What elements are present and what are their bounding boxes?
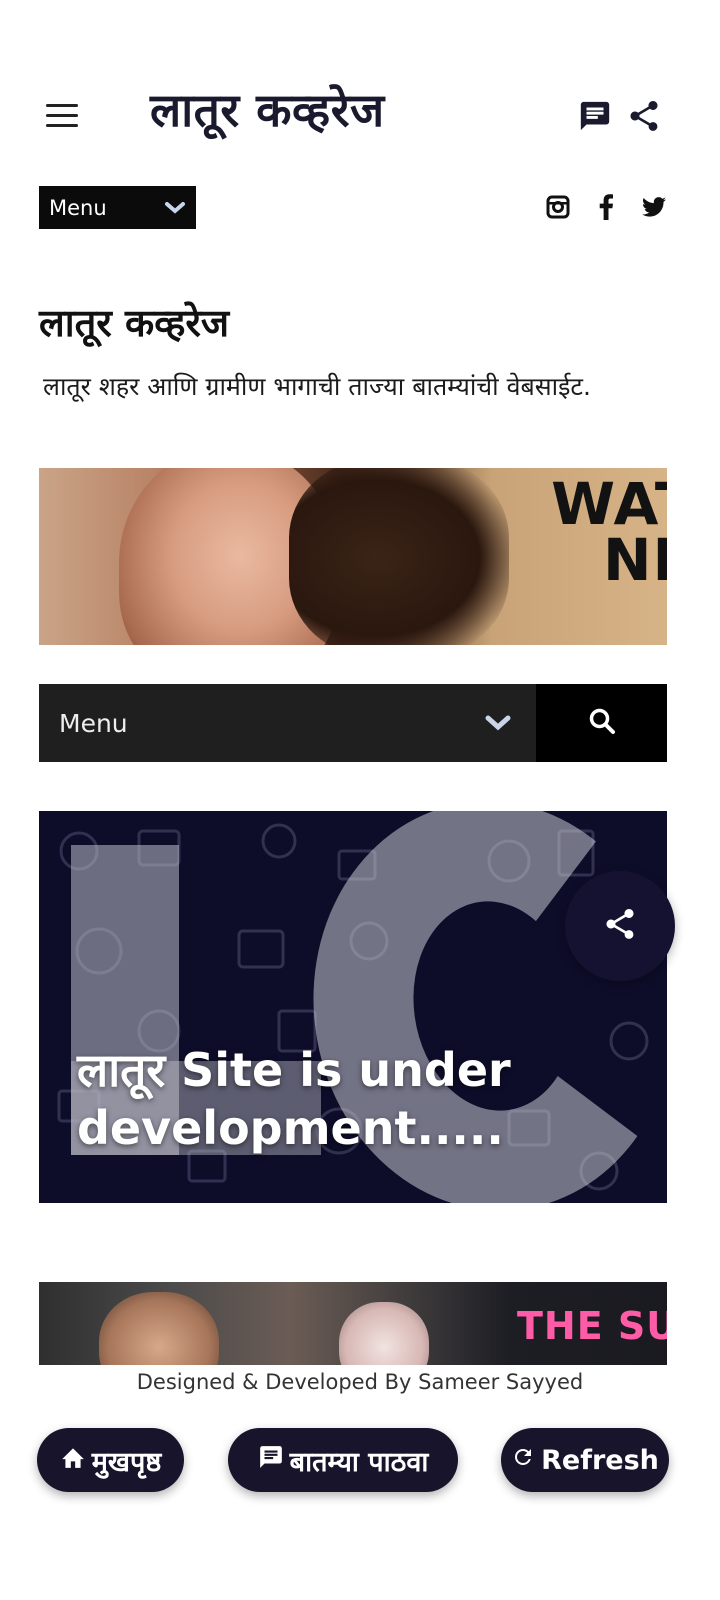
- send-news-button[interactable]: बातम्या पाठवा: [228, 1428, 458, 1492]
- send-news-button-label: बातम्या पाठवा: [289, 1446, 429, 1478]
- refresh-icon: [511, 1445, 535, 1476]
- footer-credit: Designed & Developed By Sameer Sayyed: [136, 1370, 584, 1394]
- ad-banner[interactable]: WATC NEV: [39, 468, 667, 645]
- hamburger-icon[interactable]: [46, 104, 78, 128]
- twitter-icon[interactable]: [639, 192, 669, 222]
- message-icon[interactable]: [575, 96, 615, 136]
- home-icon: [60, 1445, 86, 1476]
- menu-dropdown-label: Menu: [49, 195, 107, 220]
- ad-banner-hair-image: [289, 468, 509, 645]
- home-button-label: मुखपृष्ठ: [91, 1446, 162, 1478]
- home-button[interactable]: मुखपृष्ठ: [37, 1428, 184, 1492]
- main-menu-dropdown[interactable]: Menu: [39, 684, 536, 762]
- ad-text-line2: NEV: [602, 526, 667, 594]
- search-icon: [588, 707, 616, 739]
- main-menu-bar: Menu: [39, 684, 667, 762]
- share-fab-button[interactable]: [565, 871, 675, 981]
- menu-dropdown[interactable]: Menu: [39, 186, 196, 229]
- ad-text-line1: WATC: [551, 470, 667, 538]
- main-menu-label: Menu: [59, 708, 128, 738]
- refresh-button[interactable]: Refresh: [501, 1428, 669, 1492]
- featured-post-card[interactable]: लातूर Site is under development.....: [39, 811, 667, 1203]
- instagram-icon[interactable]: [543, 192, 573, 222]
- share-icon: [602, 906, 638, 946]
- top-header: लातूर कव्हरेज: [0, 0, 720, 180]
- facebook-icon[interactable]: [591, 192, 621, 222]
- blog-description: लातूर शहर आणि ग्रामीण भागाची ताज्या बातम…: [43, 372, 591, 401]
- chevron-down-icon: [164, 196, 186, 220]
- search-button[interactable]: [536, 684, 667, 762]
- ad-banner-text: WATC NEV: [479, 470, 667, 594]
- post2-image-person: [99, 1292, 219, 1365]
- second-post-card[interactable]: THE SU: [39, 1282, 667, 1365]
- refresh-button-label: Refresh: [541, 1444, 659, 1476]
- post2-banner-text: THE SU: [517, 1304, 667, 1348]
- post2-image-person: [339, 1302, 429, 1365]
- blog-title[interactable]: लातूर कव्हरेज: [39, 296, 229, 348]
- featured-post-title[interactable]: लातूर Site is under development.....: [77, 1041, 547, 1157]
- chevron-down-icon: [484, 709, 512, 738]
- site-logo-title[interactable]: लातूर कव्हरेज: [150, 78, 385, 140]
- message-icon: [258, 1444, 284, 1477]
- share-icon[interactable]: [624, 96, 664, 136]
